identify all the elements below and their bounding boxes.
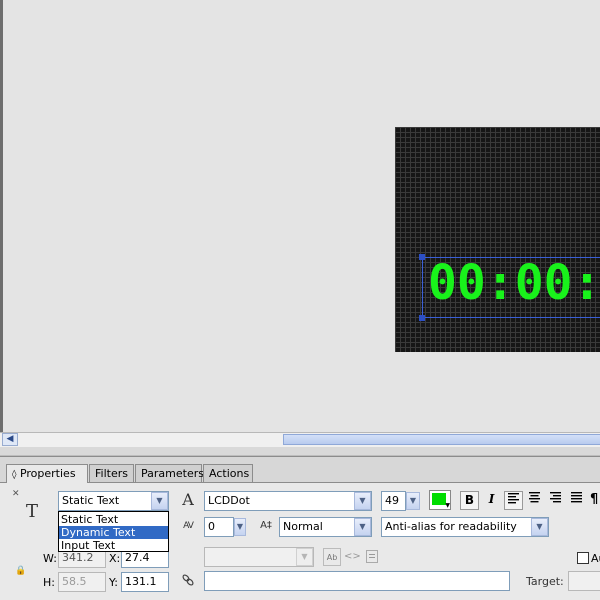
font-icon: A — [182, 490, 194, 509]
y-position-input[interactable]: 131.1 — [121, 572, 169, 592]
font-size-dropdown-icon[interactable]: ▼ — [406, 492, 420, 510]
tab-properties[interactable]: ◊ Properties ✕ — [6, 464, 88, 499]
auto-kern-label: Au — [591, 552, 600, 565]
scrollbar-thumb[interactable] — [283, 434, 600, 445]
scroll-left-arrow-icon[interactable]: ◀ — [2, 433, 18, 446]
y-position-value: 131.1 — [125, 575, 157, 588]
y-label: Y: — [109, 576, 118, 589]
text-tool-icon: T — [25, 501, 38, 522]
selection-handle-top-left[interactable] — [419, 254, 425, 260]
link-icon — [181, 573, 197, 589]
selection-handle-bottom-left[interactable] — [419, 315, 425, 321]
align-justify-icon[interactable] — [567, 491, 586, 510]
anti-alias-dropdown-icon[interactable]: ▼ — [531, 518, 548, 536]
stage-edge — [0, 0, 3, 432]
bold-button[interactable]: B — [460, 491, 479, 510]
width-label: W: — [43, 552, 57, 565]
letter-spacing-icon: AV — [183, 521, 194, 531]
font-family-dropdown-icon[interactable]: ▼ — [354, 492, 371, 510]
font-family-select[interactable]: LCDDot — [204, 491, 372, 511]
align-right-icon[interactable] — [546, 491, 565, 510]
option-input-text[interactable]: Input Text — [59, 539, 168, 552]
tab-actions-label: Actions — [209, 467, 250, 480]
tab-parameters[interactable]: Parameters — [135, 464, 204, 482]
tab-actions[interactable]: Actions — [203, 464, 253, 482]
character-position-icon: A‡ — [260, 520, 272, 531]
selectable-text-icon[interactable]: Ab — [323, 548, 341, 566]
auto-kern-checkbox[interactable] — [577, 552, 589, 564]
text-type-dropdown-icon[interactable]: ▼ — [151, 492, 168, 510]
tab-close-icon[interactable]: ✕ — [12, 489, 20, 499]
render-html-icon[interactable]: <> — [344, 548, 361, 566]
anti-alias-value: Anti-alias for readability — [385, 520, 517, 533]
tab-filters-label: Filters — [95, 467, 128, 480]
anti-alias-select[interactable]: Anti-alias for readability — [381, 517, 549, 537]
align-left-icon[interactable] — [504, 491, 523, 510]
target-select — [568, 571, 600, 591]
font-size-value: 49 — [385, 494, 399, 507]
target-label: Target: — [526, 575, 564, 588]
font-size-input[interactable]: 49 — [381, 491, 406, 511]
text-color-fill — [432, 493, 446, 505]
letter-spacing-value: 0 — [208, 520, 215, 533]
tab-properties-label: Properties — [19, 467, 76, 480]
color-dropdown-icon: ▼ — [445, 502, 450, 509]
text-type-dropdown-list[interactable]: Static Text Dynamic Text Input Text — [58, 511, 169, 552]
tab-collapse-icon: ◊ — [12, 470, 17, 480]
x-label: X: — [109, 552, 121, 565]
lcd-timer-text[interactable]: 00:00:00 — [428, 253, 600, 313]
text-type-value: Static Text — [62, 494, 120, 507]
tab-filters[interactable]: Filters — [89, 464, 134, 482]
height-value: 58.5 — [62, 575, 87, 588]
lock-icon[interactable]: 🔒 — [15, 565, 27, 577]
url-link-input[interactable] — [204, 571, 510, 591]
height-label: H: — [43, 576, 55, 589]
character-position-value: Normal — [283, 520, 323, 533]
letter-spacing-input[interactable]: 0 — [204, 517, 234, 537]
x-position-value: 27.4 — [125, 551, 150, 564]
align-center-icon[interactable] — [525, 491, 544, 510]
font-rendering-dropdown-icon: ▼ — [296, 548, 313, 566]
text-color-swatch[interactable]: ▼ — [429, 490, 451, 510]
panel-divider[interactable] — [0, 447, 600, 456]
paragraph-format-icon[interactable]: ¶ — [590, 491, 600, 510]
letter-spacing-dropdown-icon[interactable]: ▼ — [234, 518, 246, 536]
tab-parameters-label: Parameters — [141, 467, 204, 480]
width-value: 341.2 — [62, 551, 94, 564]
height-input[interactable]: 58.5 — [58, 572, 106, 592]
border-around-text-icon[interactable] — [366, 550, 378, 563]
document-canvas[interactable] — [395, 127, 600, 352]
font-family-value: LCDDot — [208, 494, 250, 507]
italic-button[interactable]: I — [482, 491, 501, 510]
option-dynamic-text[interactable]: Dynamic Text — [59, 526, 168, 539]
option-static-text[interactable]: Static Text — [59, 513, 168, 526]
character-position-dropdown-icon[interactable]: ▼ — [354, 518, 371, 536]
